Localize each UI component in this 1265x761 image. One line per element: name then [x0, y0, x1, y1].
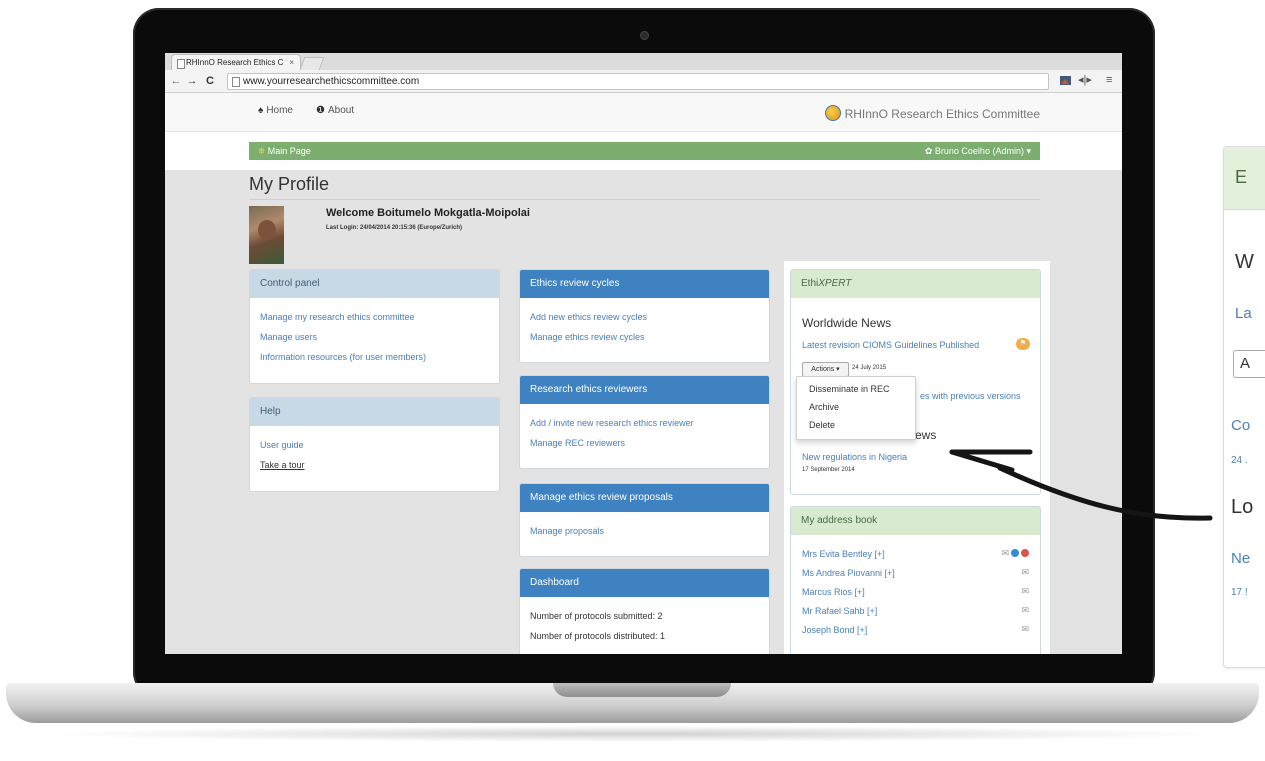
callout-arrow: [949, 449, 1213, 521]
